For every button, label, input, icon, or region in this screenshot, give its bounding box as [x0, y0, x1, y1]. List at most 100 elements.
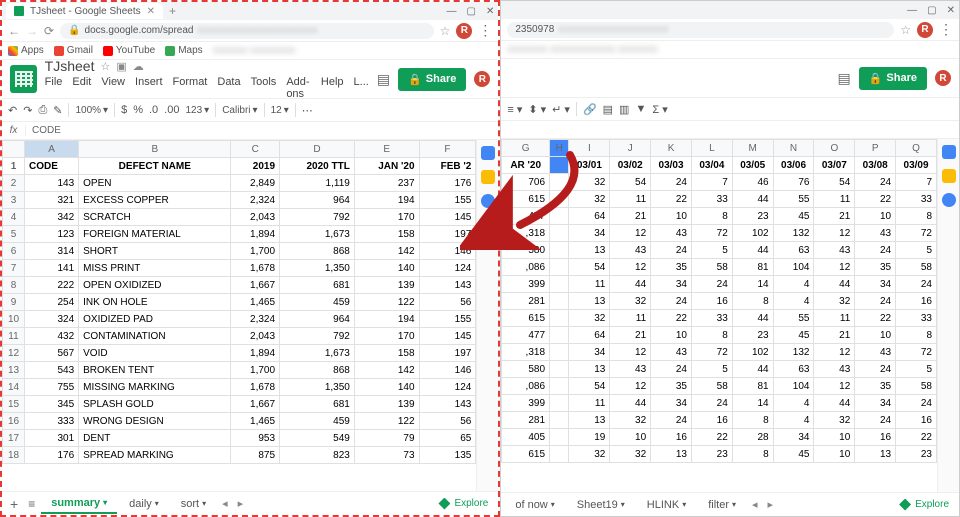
- tab-hlink[interactable]: HLINK▾: [637, 496, 696, 514]
- cell[interactable]: 03/03: [651, 157, 692, 174]
- cell[interactable]: [550, 157, 569, 174]
- row-header[interactable]: 3: [3, 192, 25, 209]
- cell[interactable]: 301: [25, 430, 79, 447]
- apps-bookmark[interactable]: Apps: [8, 45, 44, 56]
- cell[interactable]: 46: [732, 174, 773, 191]
- cell[interactable]: SHORT: [79, 243, 231, 260]
- cell[interactable]: 03/09: [896, 157, 937, 174]
- cell[interactable]: 543: [25, 362, 79, 379]
- cell[interactable]: 176: [419, 175, 476, 192]
- col-header-K[interactable]: K: [651, 140, 692, 157]
- cell[interactable]: 7: [896, 174, 937, 191]
- cell[interactable]: 549: [280, 430, 355, 447]
- col-header-G[interactable]: G: [502, 140, 550, 157]
- cell[interactable]: EXCESS COPPER: [79, 192, 231, 209]
- cell[interactable]: AR '20: [502, 157, 550, 174]
- cell[interactable]: 33: [691, 191, 732, 208]
- cell[interactable]: 405: [502, 429, 550, 446]
- row-header[interactable]: 15: [3, 396, 25, 413]
- cell[interactable]: 19: [569, 429, 610, 446]
- cell[interactable]: 16: [896, 412, 937, 429]
- cell[interactable]: 22: [896, 429, 937, 446]
- cell[interactable]: 142: [354, 243, 419, 260]
- sheet-nav-right-icon[interactable]: ▸: [764, 498, 778, 511]
- cell[interactable]: 5: [896, 242, 937, 259]
- cell[interactable]: [550, 429, 569, 446]
- cell[interactable]: [550, 242, 569, 259]
- cell[interactable]: 32: [569, 310, 610, 327]
- cell[interactable]: 28: [732, 429, 773, 446]
- cell[interactable]: 03/01: [569, 157, 610, 174]
- cell[interactable]: 72: [896, 225, 937, 242]
- cell[interactable]: [550, 293, 569, 310]
- tasks-icon[interactable]: [942, 193, 956, 207]
- cell[interactable]: 281: [502, 412, 550, 429]
- cell[interactable]: 1,678: [231, 260, 280, 277]
- cell[interactable]: 170: [354, 328, 419, 345]
- tab-filter[interactable]: filter▾: [698, 496, 746, 514]
- cell[interactable]: 222: [25, 277, 79, 294]
- cell[interactable]: 34: [855, 276, 896, 293]
- cell[interactable]: 24: [651, 242, 692, 259]
- cell[interactable]: FOREIGN MATERIAL: [79, 226, 231, 243]
- cell[interactable]: 24: [896, 395, 937, 412]
- row-header[interactable]: 5: [3, 226, 25, 243]
- cell[interactable]: 54: [569, 259, 610, 276]
- cell[interactable]: 194: [354, 192, 419, 209]
- forward-icon[interactable]: →: [26, 24, 38, 38]
- cell[interactable]: 24: [651, 361, 692, 378]
- menu-data[interactable]: Data: [217, 76, 240, 100]
- cell[interactable]: 8: [732, 412, 773, 429]
- cell[interactable]: 792: [280, 209, 355, 226]
- cell[interactable]: 32: [569, 446, 610, 463]
- cell[interactable]: 44: [814, 395, 855, 412]
- cell[interactable]: 145: [419, 328, 476, 345]
- cell[interactable]: 24: [691, 395, 732, 412]
- cell[interactable]: 8: [732, 446, 773, 463]
- cell[interactable]: 254: [25, 294, 79, 311]
- cell[interactable]: 34: [651, 395, 692, 412]
- cell[interactable]: 13: [569, 242, 610, 259]
- cell[interactable]: 54: [569, 378, 610, 395]
- cell[interactable]: 43: [855, 344, 896, 361]
- cell[interactable]: 55: [773, 310, 814, 327]
- cell[interactable]: 324: [25, 311, 79, 328]
- col-header-B[interactable]: B: [79, 141, 231, 158]
- cell[interactable]: 10: [651, 208, 692, 225]
- cell[interactable]: 158: [354, 345, 419, 362]
- row-header[interactable]: 2: [3, 175, 25, 192]
- cell[interactable]: 1,119: [280, 175, 355, 192]
- row-header[interactable]: 6: [3, 243, 25, 260]
- cell[interactable]: 8: [896, 327, 937, 344]
- cell[interactable]: 12: [814, 344, 855, 361]
- row-header[interactable]: 16: [3, 413, 25, 430]
- cell[interactable]: 16: [651, 429, 692, 446]
- cell[interactable]: 11: [814, 191, 855, 208]
- cell[interactable]: 24: [691, 276, 732, 293]
- cell[interactable]: 64: [569, 327, 610, 344]
- cell[interactable]: 24: [896, 276, 937, 293]
- cell[interactable]: 44: [732, 242, 773, 259]
- cell[interactable]: [550, 225, 569, 242]
- cell[interactable]: 155: [419, 311, 476, 328]
- cell[interactable]: 72: [896, 344, 937, 361]
- cell[interactable]: [550, 446, 569, 463]
- cell[interactable]: 32: [814, 293, 855, 310]
- spreadsheet-grid-right[interactable]: GHIJKLMNOPQAR '2003/0103/0203/0303/0403/…: [501, 139, 937, 492]
- currency-icon[interactable]: $: [121, 104, 127, 116]
- zoom-dropdown[interactable]: 100% ▾: [75, 105, 108, 116]
- cell[interactable]: JAN '20: [354, 158, 419, 175]
- cell[interactable]: FEB '2: [419, 158, 476, 175]
- cell[interactable]: 24: [855, 242, 896, 259]
- cell[interactable]: 11: [569, 276, 610, 293]
- cell[interactable]: 132: [773, 344, 814, 361]
- cell[interactable]: 142: [354, 362, 419, 379]
- cell[interactable]: 10: [651, 327, 692, 344]
- cell[interactable]: 44: [610, 276, 651, 293]
- cell[interactable]: 24: [855, 174, 896, 191]
- cell[interactable]: 155: [419, 192, 476, 209]
- cell[interactable]: 03/05: [732, 157, 773, 174]
- cell[interactable]: [550, 395, 569, 412]
- menu-insert[interactable]: Insert: [135, 76, 163, 100]
- cell[interactable]: 32: [569, 174, 610, 191]
